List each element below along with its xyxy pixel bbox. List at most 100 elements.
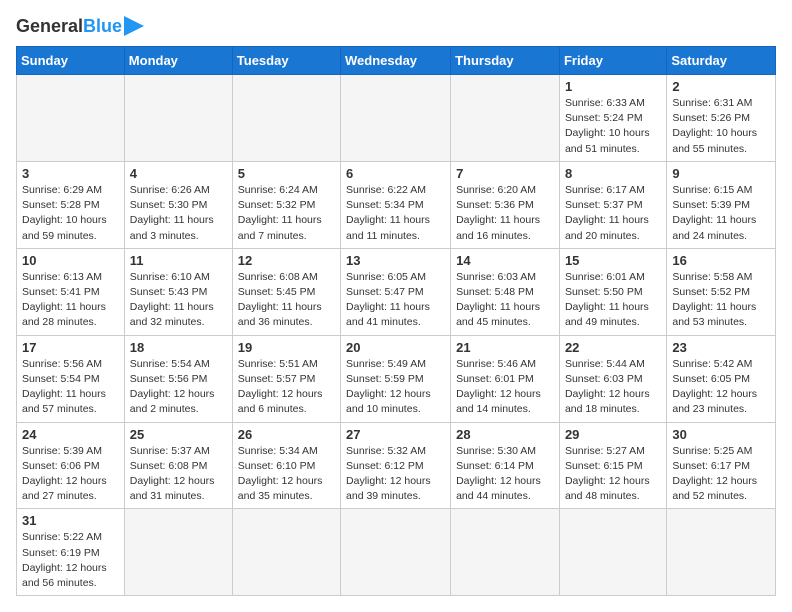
logo: GeneralBlue — [16, 16, 144, 36]
calendar-cell — [232, 509, 340, 596]
calendar-cell: 20 Sunrise: 5:49 AM Sunset: 5:59 PM Dayli… — [341, 335, 451, 422]
day-info: Sunrise: 5:27 AM Sunset: 6:15 PM Dayligh… — [565, 444, 661, 505]
calendar-cell: 30 Sunrise: 5:25 AM Sunset: 6:17 PM Dayli… — [667, 422, 776, 509]
calendar-cell — [559, 509, 666, 596]
day-info: Sunrise: 5:42 AM Sunset: 6:05 PM Dayligh… — [672, 357, 770, 418]
day-number: 16 — [672, 253, 770, 268]
day-number: 31 — [22, 513, 119, 528]
calendar-cell: 25 Sunrise: 5:37 AM Sunset: 6:08 PM Dayli… — [124, 422, 232, 509]
day-number: 6 — [346, 166, 445, 181]
calendar-cell: 17 Sunrise: 5:56 AM Sunset: 5:54 PM Dayli… — [17, 335, 125, 422]
calendar-cell: 12 Sunrise: 6:08 AM Sunset: 5:45 PM Dayli… — [232, 248, 340, 335]
day-number: 4 — [130, 166, 227, 181]
calendar-cell — [232, 75, 340, 162]
calendar-cell: 16 Sunrise: 5:58 AM Sunset: 5:52 PM Dayli… — [667, 248, 776, 335]
day-number: 15 — [565, 253, 661, 268]
calendar-cell: 13Sunrise: 6:05 AM Sunset: 5:47 PM Dayli… — [341, 248, 451, 335]
day-number: 21 — [456, 340, 554, 355]
day-info: Sunrise: 6:13 AM Sunset: 5:41 PM Dayligh… — [22, 270, 119, 331]
weekday-header-friday: Friday — [559, 47, 666, 75]
calendar-cell: 26 Sunrise: 5:34 AM Sunset: 6:10 PM Dayli… — [232, 422, 340, 509]
calendar-cell: 23 Sunrise: 5:42 AM Sunset: 6:05 PM Dayli… — [667, 335, 776, 422]
day-info: Sunrise: 6:03 AM Sunset: 5:48 PM Dayligh… — [456, 270, 554, 331]
calendar-cell: 3 Sunrise: 6:29 AM Sunset: 5:28 PM Daylig… — [17, 161, 125, 248]
day-info: Sunrise: 6:20 AM Sunset: 5:36 PM Dayligh… — [456, 183, 554, 244]
day-info: Sunrise: 5:54 AM Sunset: 5:56 PM Dayligh… — [130, 357, 227, 418]
day-number: 8 — [565, 166, 661, 181]
weekday-header-monday: Monday — [124, 47, 232, 75]
day-info: Sunrise: 5:51 AM Sunset: 5:57 PM Dayligh… — [238, 357, 335, 418]
calendar-cell: 18 Sunrise: 5:54 AM Sunset: 5:56 PM Dayli… — [124, 335, 232, 422]
week-row-1: 1 Sunrise: 6:33 AM Sunset: 5:24 PM Daylig… — [17, 75, 776, 162]
calendar-cell — [341, 509, 451, 596]
day-info: Sunrise: 5:22 AM Sunset: 6:19 PM Dayligh… — [22, 530, 119, 591]
day-number: 11 — [130, 253, 227, 268]
weekday-header-thursday: Thursday — [451, 47, 560, 75]
day-number: 25 — [130, 427, 227, 442]
logo-triangle-icon — [124, 16, 144, 36]
day-number: 7 — [456, 166, 554, 181]
calendar-cell — [451, 509, 560, 596]
calendar-cell: 10 Sunrise: 6:13 AM Sunset: 5:41 PM Dayli… — [17, 248, 125, 335]
day-number: 24 — [22, 427, 119, 442]
day-number: 23 — [672, 340, 770, 355]
day-info: Sunrise: 6:15 AM Sunset: 5:39 PM Dayligh… — [672, 183, 770, 244]
day-number: 17 — [22, 340, 119, 355]
calendar-cell — [667, 509, 776, 596]
day-info: Sunrise: 6:26 AM Sunset: 5:30 PM Dayligh… — [130, 183, 227, 244]
week-row-4: 17 Sunrise: 5:56 AM Sunset: 5:54 PM Dayli… — [17, 335, 776, 422]
weekday-header-row: SundayMondayTuesdayWednesdayThursdayFrid… — [17, 47, 776, 75]
day-info: Sunrise: 6:33 AM Sunset: 5:24 PM Dayligh… — [565, 96, 661, 157]
calendar-cell: 29 Sunrise: 5:27 AM Sunset: 6:15 PM Dayli… — [559, 422, 666, 509]
calendar-cell — [17, 75, 125, 162]
day-number: 10 — [22, 253, 119, 268]
day-number: 29 — [565, 427, 661, 442]
day-info: Sunrise: 5:56 AM Sunset: 5:54 PM Dayligh… — [22, 357, 119, 418]
calendar-cell: 5Sunrise: 6:24 AM Sunset: 5:32 PM Daylig… — [232, 161, 340, 248]
calendar-cell: 19Sunrise: 5:51 AM Sunset: 5:57 PM Dayli… — [232, 335, 340, 422]
weekday-header-saturday: Saturday — [667, 47, 776, 75]
day-info: Sunrise: 5:34 AM Sunset: 6:10 PM Dayligh… — [238, 444, 335, 505]
day-info: Sunrise: 5:32 AM Sunset: 6:12 PM Dayligh… — [346, 444, 445, 505]
day-number: 20 — [346, 340, 445, 355]
day-info: Sunrise: 5:25 AM Sunset: 6:17 PM Dayligh… — [672, 444, 770, 505]
day-number: 12 — [238, 253, 335, 268]
calendar-cell: 28 Sunrise: 5:30 AM Sunset: 6:14 PM Dayli… — [451, 422, 560, 509]
calendar-cell — [124, 75, 232, 162]
calendar-cell: 22Sunrise: 5:44 AM Sunset: 6:03 PM Dayli… — [559, 335, 666, 422]
calendar-cell — [341, 75, 451, 162]
weekday-header-tuesday: Tuesday — [232, 47, 340, 75]
calendar-cell: 31 Sunrise: 5:22 AM Sunset: 6:19 PM Dayli… — [17, 509, 125, 596]
day-number: 30 — [672, 427, 770, 442]
logo-general: General — [16, 16, 83, 36]
day-number: 27 — [346, 427, 445, 442]
week-row-6: 31 Sunrise: 5:22 AM Sunset: 6:19 PM Dayli… — [17, 509, 776, 596]
day-info: Sunrise: 5:30 AM Sunset: 6:14 PM Dayligh… — [456, 444, 554, 505]
day-info: Sunrise: 5:46 AM Sunset: 6:01 PM Dayligh… — [456, 357, 554, 418]
calendar-cell — [451, 75, 560, 162]
calendar-cell: 15Sunrise: 6:01 AM Sunset: 5:50 PM Dayli… — [559, 248, 666, 335]
day-number: 28 — [456, 427, 554, 442]
weekday-header-wednesday: Wednesday — [341, 47, 451, 75]
day-info: Sunrise: 6:29 AM Sunset: 5:28 PM Dayligh… — [22, 183, 119, 244]
day-info: Sunrise: 5:39 AM Sunset: 6:06 PM Dayligh… — [22, 444, 119, 505]
weekday-header-sunday: Sunday — [17, 47, 125, 75]
calendar-cell: 2Sunrise: 6:31 AM Sunset: 5:26 PM Daylig… — [667, 75, 776, 162]
day-info: Sunrise: 6:08 AM Sunset: 5:45 PM Dayligh… — [238, 270, 335, 331]
calendar-cell: 4 Sunrise: 6:26 AM Sunset: 5:30 PM Daylig… — [124, 161, 232, 248]
day-info: Sunrise: 6:31 AM Sunset: 5:26 PM Dayligh… — [672, 96, 770, 157]
day-info: Sunrise: 5:37 AM Sunset: 6:08 PM Dayligh… — [130, 444, 227, 505]
calendar-cell: 6Sunrise: 6:22 AM Sunset: 5:34 PM Daylig… — [341, 161, 451, 248]
calendar-cell: 11 Sunrise: 6:10 AM Sunset: 5:43 PM Dayli… — [124, 248, 232, 335]
day-info: Sunrise: 5:58 AM Sunset: 5:52 PM Dayligh… — [672, 270, 770, 331]
calendar: SundayMondayTuesdayWednesdayThursdayFrid… — [16, 46, 776, 596]
day-number: 18 — [130, 340, 227, 355]
calendar-cell: 14Sunrise: 6:03 AM Sunset: 5:48 PM Dayli… — [451, 248, 560, 335]
day-info: Sunrise: 5:49 AM Sunset: 5:59 PM Dayligh… — [346, 357, 445, 418]
logo-text: GeneralBlue — [16, 17, 122, 35]
day-number: 3 — [22, 166, 119, 181]
header: GeneralBlue — [16, 16, 776, 36]
day-info: Sunrise: 6:10 AM Sunset: 5:43 PM Dayligh… — [130, 270, 227, 331]
day-number: 1 — [565, 79, 661, 94]
day-number: 26 — [238, 427, 335, 442]
